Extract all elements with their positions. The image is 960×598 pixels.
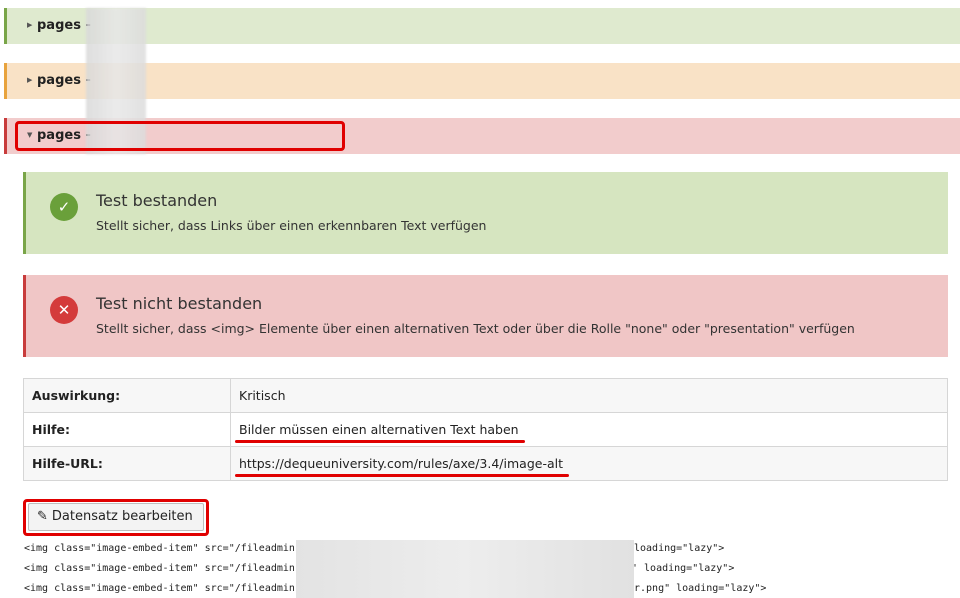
caret-right-icon: ▶ (27, 21, 33, 29)
result-failed-description: Stellt sicher, dass <img> Elemente über … (96, 321, 855, 336)
help-value: Bilder müssen einen alternativen Text ha… (235, 422, 525, 443)
table-row: Auswirkung: Kritisch (23, 378, 948, 413)
help-label: Hilfe: (23, 412, 231, 447)
annotation-highlight-button (23, 499, 209, 536)
caret-right-icon: ▶ (27, 76, 33, 84)
annotation-highlight-panel (15, 121, 345, 151)
help-url-link[interactable]: https://dequeuniversity.com/rules/axe/3.… (235, 456, 569, 477)
x-circle-icon: ✕ (50, 296, 78, 324)
code-line-end: loading="lazy"> (634, 543, 725, 554)
panel-pages-2[interactable]: ▶ pages - (4, 63, 960, 99)
impact-label: Auswirkung: (23, 378, 231, 413)
panel-header[interactable]: ▶ pages - (27, 8, 91, 44)
panel-pages-1[interactable]: ▶ pages - (4, 8, 960, 44)
code-line-end: ' loading="lazy"> (632, 563, 735, 574)
table-row: Hilfe-URL: https://dequeuniversity.com/r… (23, 446, 948, 481)
redacted-code-area (296, 540, 634, 598)
check-circle-icon: ✓ (50, 193, 78, 221)
result-passed-description: Stellt sicher, dass Links über einen erk… (96, 218, 487, 233)
result-failed-title: Test nicht bestanden (96, 294, 263, 313)
help-url-label: Hilfe-URL: (23, 446, 231, 481)
help-cell: Bilder müssen einen alternativen Text ha… (230, 412, 948, 447)
code-line-start: <img class="image-embed-item" src="/file… (24, 563, 301, 574)
result-passed: ✓ Test bestanden Stellt sicher, dass Lin… (23, 172, 948, 254)
code-line-start: <img class="image-embed-item" src="/file… (24, 583, 301, 594)
panel-title: pages - (37, 18, 91, 33)
result-failed: ✕ Test nicht bestanden Stellt sicher, da… (23, 275, 948, 357)
impact-value: Kritisch (230, 378, 948, 413)
code-line-end: r.png" loading="lazy"> (634, 583, 767, 594)
code-line-start: <img class="image-embed-item" src="/file… (24, 543, 301, 554)
panel-title: pages - (37, 73, 91, 88)
help-url-cell: https://dequeuniversity.com/rules/axe/3.… (230, 446, 948, 481)
result-passed-title: Test bestanden (96, 191, 218, 210)
table-row: Hilfe: Bilder müssen einen alternativen … (23, 412, 948, 447)
details-table: Auswirkung: Kritisch Hilfe: Bilder müsse… (23, 378, 948, 481)
panel-header[interactable]: ▶ pages - (27, 63, 91, 99)
